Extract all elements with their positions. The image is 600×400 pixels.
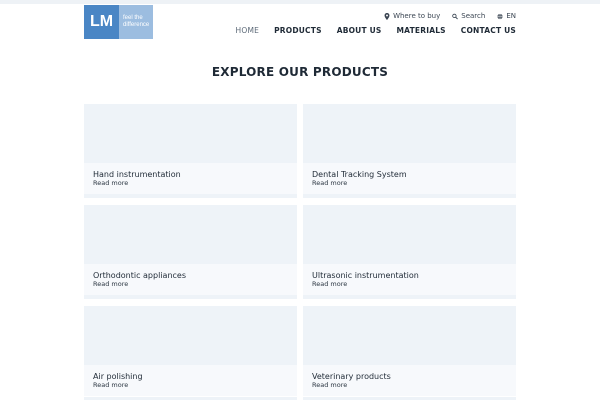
product-image <box>84 104 297 163</box>
logo-tagline: feel the difference <box>119 5 153 39</box>
card-divider <box>303 194 516 198</box>
tagline-line-1: feel the <box>123 15 143 21</box>
main-nav: HOME PRODUCTS ABOUT US MATERIALS CONTACT… <box>236 26 516 35</box>
read-more-link[interactable]: Read more <box>93 381 128 389</box>
product-title: Air polishing <box>93 372 143 381</box>
search-icon <box>452 13 459 19</box>
read-more-link[interactable]: Read more <box>93 280 128 288</box>
product-title: Hand instrumentation <box>93 170 181 179</box>
card-divider <box>84 194 297 198</box>
product-image <box>303 104 516 163</box>
globe-icon <box>497 13 503 19</box>
product-image <box>84 205 297 264</box>
nav-products[interactable]: PRODUCTS <box>274 26 322 35</box>
language-selector[interactable]: EN <box>497 12 516 20</box>
card-divider <box>303 295 516 299</box>
product-image <box>303 306 516 365</box>
product-image <box>84 306 297 365</box>
read-more-link[interactable]: Read more <box>93 179 128 187</box>
search-label: Search <box>461 12 486 20</box>
product-title: Orthodontic appliances <box>93 271 186 280</box>
read-more-link[interactable]: Read more <box>312 381 347 389</box>
nav-about-us[interactable]: ABOUT US <box>337 26 382 35</box>
read-more-link[interactable]: Read more <box>312 179 347 187</box>
card-divider <box>84 295 297 299</box>
product-card-veterinary-products[interactable]: Veterinary products Read more <box>303 306 516 396</box>
nav-contact-us[interactable]: CONTACT US <box>461 26 516 35</box>
lm-logo[interactable]: LM feel the difference <box>84 5 153 39</box>
page-title: EXPLORE OUR PRODUCTS <box>211 65 389 79</box>
product-image <box>303 205 516 264</box>
read-more-link[interactable]: Read more <box>312 280 347 288</box>
where-to-buy-label: Where to buy <box>393 12 441 20</box>
search-link[interactable]: Search <box>452 12 485 20</box>
logo-mark: LM <box>84 5 119 39</box>
product-card-hand-instrumentation[interactable]: Hand instrumentation Read more <box>84 104 297 198</box>
where-to-buy-link[interactable]: Where to buy <box>384 12 440 20</box>
tagline-line-2: difference <box>123 22 150 28</box>
top-strip <box>0 0 600 4</box>
product-card-ultrasonic-instrumentation[interactable]: Ultrasonic instrumentation Read more <box>303 205 516 299</box>
product-card-air-polishing[interactable]: Air polishing Read more <box>84 306 297 396</box>
product-title: Ultrasonic instrumentation <box>312 271 419 280</box>
product-title: Veterinary products <box>312 372 391 381</box>
product-card-dental-tracking-system[interactable]: Dental Tracking System Read more <box>303 104 516 198</box>
product-card-orthodontic-appliances[interactable]: Orthodontic appliances Read more <box>84 205 297 299</box>
product-title: Dental Tracking System <box>312 170 407 179</box>
utility-bar: Where to buy Search EN <box>384 12 516 20</box>
language-label: EN <box>506 12 516 20</box>
nav-materials[interactable]: MATERIALS <box>397 26 446 35</box>
nav-home[interactable]: HOME <box>236 26 260 35</box>
map-pin-icon <box>384 12 390 20</box>
